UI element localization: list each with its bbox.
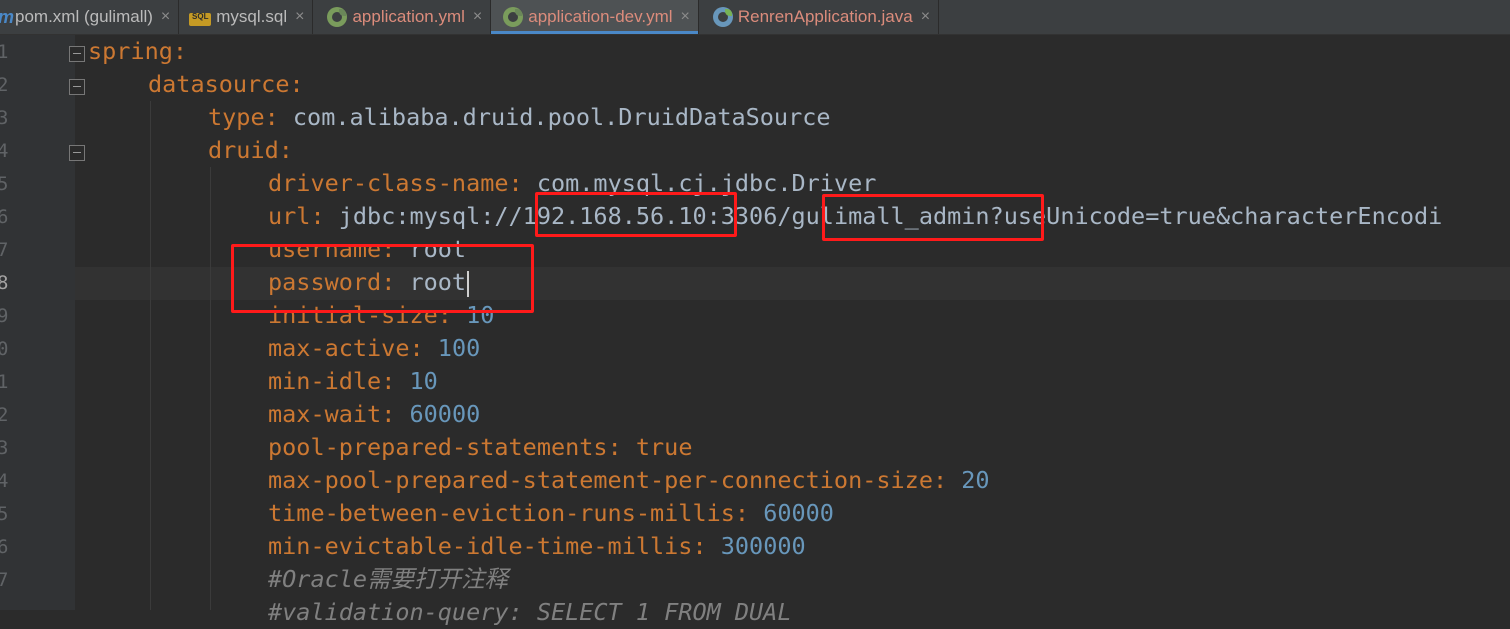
code-line-14: max-pool-prepared-statement-per-connecti… [268, 466, 990, 494]
code-line-1: spring: [88, 37, 188, 65]
tab-label: mysql.sql [216, 7, 288, 26]
indent-guide [150, 101, 151, 610]
code-line-4: druid: [208, 136, 293, 164]
credentials-highlight [231, 244, 534, 313]
indent-guide [210, 167, 211, 610]
ip-address-highlight [535, 192, 737, 237]
close-icon[interactable]: × [295, 8, 304, 26]
code-line-11: min-idle: 10 [268, 367, 438, 395]
editor-tab-bar: m pom.xml (gulimall) × SQL mysql.sql × a… [0, 0, 1510, 35]
spring-config-icon [503, 7, 524, 27]
close-icon[interactable]: × [681, 8, 690, 26]
code-line-13: pool-prepared-statements: true [268, 433, 693, 461]
code-editor[interactable]: 1 2 3 4 5 6 7 8 9 0 1 2 3 4 5 6 7 spring… [0, 35, 1510, 626]
tab-application-dev-yml[interactable]: application-dev.yml × [491, 0, 699, 34]
code-line-3: type: com.alibaba.druid.pool.DruidDataSo… [208, 103, 831, 131]
tab-pom-xml[interactable]: m pom.xml (gulimall) × [0, 0, 180, 34]
spring-config-icon [327, 7, 348, 27]
code-line-10: max-active: 100 [268, 334, 481, 362]
maven-icon: m [0, 7, 14, 27]
tab-label: RenrenApplication.java [737, 7, 913, 26]
code-line-17: #Oracle需要打开注释 [268, 565, 509, 593]
close-icon[interactable]: × [161, 8, 170, 26]
database-name-highlight [822, 194, 1044, 241]
close-icon[interactable]: × [473, 8, 482, 26]
tab-label: application-dev.yml [528, 7, 673, 26]
code-line-16: min-evictable-idle-time-millis: 300000 [268, 532, 806, 560]
code-line-15: time-between-eviction-runs-millis: 60000 [268, 499, 834, 527]
code-line-18: #validation-query: SELECT 1 FROM DUAL [268, 598, 792, 626]
tab-renren-application-java[interactable]: RenrenApplication.java × [699, 0, 940, 34]
code-area[interactable]: spring: datasource: type: com.alibaba.dr… [0, 35, 1510, 626]
tab-application-yml[interactable]: application.yml × [313, 0, 492, 34]
code-line-12: max-wait: 60000 [268, 400, 481, 428]
tab-label: pom.xml (gulimall) [15, 7, 153, 26]
code-line-2: datasource: [148, 70, 304, 98]
spring-boot-class-icon [712, 7, 733, 27]
sql-file-icon: SQL [189, 13, 212, 26]
tab-label: application.yml [352, 7, 465, 26]
close-icon[interactable]: × [921, 8, 930, 26]
tab-mysql-sql[interactable]: SQL mysql.sql × [179, 0, 314, 34]
